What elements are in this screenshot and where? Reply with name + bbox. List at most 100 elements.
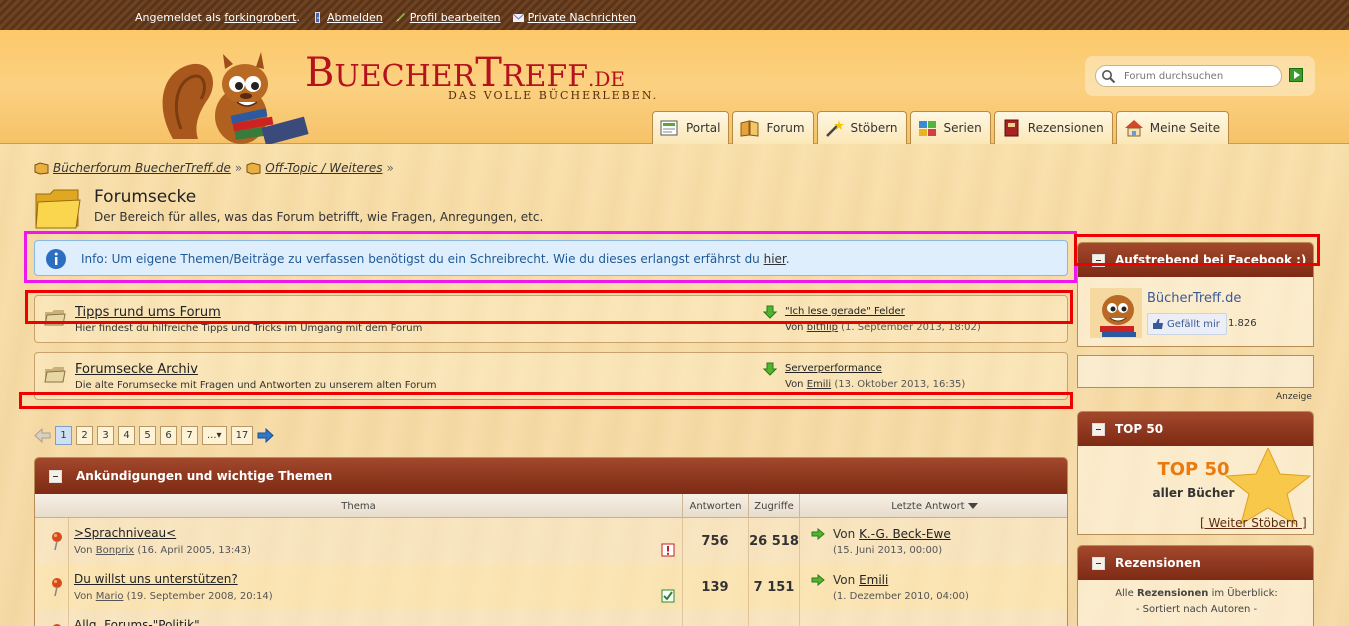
page-button[interactable]: 7 <box>181 426 198 445</box>
last-user-link[interactable]: Emili <box>859 573 888 587</box>
collapse-icon[interactable] <box>1092 557 1105 570</box>
topic-row: >Sprachniveau< Von Bonprix (16. April 20… <box>35 518 1067 564</box>
column-header-topic[interactable]: Thema <box>35 494 682 518</box>
reviews-box: Rezensionen Alle Rezensionen im Überblic… <box>1077 545 1314 626</box>
last-post-arrow-icon[interactable] <box>763 362 777 376</box>
logged-in-label: Angemeldet als <box>135 11 221 24</box>
top50-box-title: TOP 50 <box>1115 422 1164 436</box>
sort-desc-icon <box>967 503 978 509</box>
search-input[interactable] <box>1124 69 1274 83</box>
pin-icon <box>52 532 62 551</box>
user-bar: Angemeldet als forkingrobert . Abmelden … <box>0 0 1349 30</box>
last-post-meta: Von Emili (13. Oktober 2013, 16:35) <box>785 379 966 390</box>
main-navigation: Portal Forum Stöbern Serien Rezensionen … <box>652 111 1230 144</box>
search-area <box>1085 56 1315 96</box>
facebook-page-avatar[interactable] <box>1090 288 1142 338</box>
page-button[interactable]: 17 <box>230 426 254 445</box>
search-submit-button[interactable] <box>1289 68 1303 82</box>
topic-last-post-date: (15. Juni 2013, 00:00) <box>833 545 943 556</box>
ad-slot[interactable] <box>1077 355 1314 388</box>
facebook-like-button[interactable]: Gefällt mir <box>1147 313 1227 335</box>
page-button[interactable]: 4 <box>118 426 135 445</box>
topic-meta: Von Bonprix (16. April 2005, 13:43) <box>74 545 251 556</box>
envelope-icon <box>512 13 524 22</box>
last-post-user-link[interactable]: Emili <box>807 379 831 390</box>
top50-heading: TOP 50 <box>1157 459 1230 480</box>
portal-icon <box>660 120 678 136</box>
logout-link[interactable]: Abmelden <box>327 11 383 24</box>
topic-row: Du willst uns unterstützen? Von Mario (1… <box>35 564 1067 610</box>
ad-label: Anzeige <box>1276 392 1312 402</box>
topics-table: Ankündigungen und wichtige Themen Thema … <box>34 457 1068 626</box>
facebook-page-name[interactable]: BücherTreff.de <box>1147 291 1241 306</box>
last-post-title-link[interactable]: Serverperformance <box>785 363 882 374</box>
topic-last-post-user: Von K.-G. Beck-Ewe <box>833 527 951 541</box>
subforum-description: Die alte Forumsecke mit Fragen und Antwo… <box>75 380 437 391</box>
page-jump-dropdown[interactable]: ...▾ <box>202 426 227 445</box>
topic-replies: 756 <box>701 534 729 549</box>
go-to-last-post-icon[interactable] <box>811 528 825 540</box>
topics-column-headers: Thema Antworten Zugriffe Letzte Antwort <box>35 494 1067 518</box>
pin-icon <box>52 578 62 597</box>
pagination: 1 2 3 4 5 6 7 ...▾ 17 <box>34 426 275 445</box>
reviews-sort-text: - Sortiert nach Autoren - <box>1135 604 1258 615</box>
site-header: BUECHERTREFF.DE DAS VOLLE BÜCHERLEBEN. P… <box>0 30 1349 144</box>
nav-tab-forum[interactable]: Forum <box>732 111 814 144</box>
collapse-icon[interactable] <box>1092 423 1105 436</box>
last-user-link[interactable]: K.-G. Beck-Ewe <box>859 527 951 541</box>
nav-tab-rezensionen[interactable]: Rezensionen <box>993 111 1113 144</box>
topic-title-link[interactable]: Du willst uns unterstützen? <box>74 572 238 586</box>
username-link[interactable]: forkingrobert <box>224 11 296 24</box>
collapse-icon[interactable] <box>49 470 62 483</box>
topic-author-link[interactable]: Bonprix <box>96 545 134 556</box>
reviews-box-title: Rezensionen <box>1115 556 1201 570</box>
column-header-replies[interactable]: Antworten <box>682 494 748 518</box>
column-header-last-reply[interactable]: Letzte Antwort <box>799 494 1067 518</box>
reviews-overview-text: Alle Rezensionen im Überblick: <box>1115 588 1278 599</box>
go-to-last-post-icon[interactable] <box>811 574 825 586</box>
private-messages-link[interactable]: Private Nachrichten <box>528 11 637 24</box>
next-page-arrow-icon[interactable] <box>257 428 275 443</box>
page-button[interactable]: 1 <box>55 426 72 445</box>
weiter-stoebern-link[interactable]: [ Weiter Stöbern ] <box>1200 516 1307 530</box>
topic-author-link[interactable]: Mario <box>96 591 124 602</box>
highlight-box-subforum <box>25 290 1073 324</box>
reviews-box-header: Rezensionen <box>1078 546 1313 580</box>
magic-wand-icon <box>825 120 844 137</box>
nav-tab-portal[interactable]: Portal <box>652 111 730 144</box>
site-slogan: DAS VOLLE BÜCHERLEBEN. <box>448 89 659 102</box>
page-button[interactable]: 6 <box>160 426 177 445</box>
squirrel-mascot-logo[interactable] <box>153 44 313 144</box>
subforum-title-link[interactable]: Forumsecke Archiv <box>75 362 198 377</box>
breadcrumb-link-home[interactable]: Bücherforum BuecherTreff.de <box>53 161 231 175</box>
topic-title-link[interactable]: >Sprachniveau< <box>74 526 176 540</box>
topics-section-title: Ankündigungen und wichtige Themen <box>76 469 333 483</box>
page-button[interactable]: 2 <box>76 426 93 445</box>
topic-views: 26 518 <box>749 534 799 549</box>
top50-subheading: aller Bücher <box>1152 486 1235 500</box>
topics-table-header: Ankündigungen und wichtige Themen <box>35 458 1067 494</box>
topic-replies: 139 <box>701 580 729 595</box>
topic-title-link[interactable]: Allg. Forums-"Politik" <box>74 618 200 626</box>
previous-page-arrow-icon[interactable] <box>34 428 51 443</box>
nav-tab-serien[interactable]: Serien <box>909 111 991 144</box>
forum-category-icon <box>246 161 261 175</box>
nav-tab-meine-seite[interactable]: Meine Seite <box>1115 111 1230 144</box>
topic-meta: Von Mario (19. September 2008, 20:14) <box>74 591 273 602</box>
edit-profile-link[interactable]: Profil bearbeiten <box>410 11 501 24</box>
column-header-views[interactable]: Zugriffe <box>748 494 799 518</box>
red-book-icon <box>1004 119 1019 137</box>
search-field <box>1095 65 1282 87</box>
page-button[interactable]: 3 <box>97 426 114 445</box>
highlight-box-facebook <box>1074 234 1320 266</box>
topic-row: Allg. Forums-"Politik" <box>35 610 1067 626</box>
page-title: Forumsecke <box>94 187 197 207</box>
highlight-box-info <box>24 231 1077 283</box>
highlight-box-subforum-bottom <box>19 392 1073 409</box>
edit-profile-icon <box>395 13 405 22</box>
nav-tab-stoebern[interactable]: Stöbern <box>816 111 907 144</box>
logout-icon <box>314 12 320 23</box>
topic-last-post-date: (1. Dezember 2010, 04:00) <box>833 591 969 602</box>
page-button[interactable]: 5 <box>139 426 156 445</box>
breadcrumb-link-offtopic[interactable]: Off-Topic / Weiteres <box>265 161 382 175</box>
